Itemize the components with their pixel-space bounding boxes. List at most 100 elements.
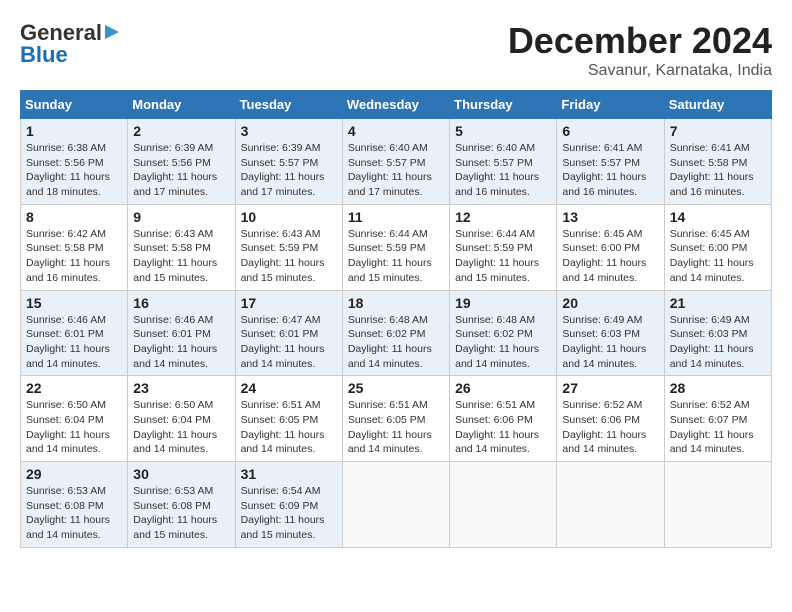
calendar-day-cell: 21 Sunrise: 6:49 AMSunset: 6:03 PMDaylig… bbox=[664, 290, 771, 376]
day-info: Sunrise: 6:44 AMSunset: 5:59 PMDaylight:… bbox=[348, 228, 432, 284]
day-info: Sunrise: 6:43 AMSunset: 5:58 PMDaylight:… bbox=[133, 228, 217, 284]
day-info: Sunrise: 6:48 AMSunset: 6:02 PMDaylight:… bbox=[348, 314, 432, 370]
calendar-day-cell bbox=[342, 462, 449, 548]
calendar-day-cell: 17 Sunrise: 6:47 AMSunset: 6:01 PMDaylig… bbox=[235, 290, 342, 376]
day-number: 24 bbox=[241, 380, 337, 396]
day-info: Sunrise: 6:53 AMSunset: 6:08 PMDaylight:… bbox=[133, 485, 217, 541]
day-number: 14 bbox=[670, 209, 766, 225]
day-number: 31 bbox=[241, 466, 337, 482]
day-info: Sunrise: 6:48 AMSunset: 6:02 PMDaylight:… bbox=[455, 314, 539, 370]
day-info: Sunrise: 6:39 AMSunset: 5:56 PMDaylight:… bbox=[133, 142, 217, 198]
day-number: 28 bbox=[670, 380, 766, 396]
calendar-day-cell: 30 Sunrise: 6:53 AMSunset: 6:08 PMDaylig… bbox=[128, 462, 235, 548]
calendar-table: SundayMondayTuesdayWednesdayThursdayFrid… bbox=[20, 90, 772, 548]
calendar-day-cell: 9 Sunrise: 6:43 AMSunset: 5:58 PMDayligh… bbox=[128, 204, 235, 290]
calendar-day-cell: 23 Sunrise: 6:50 AMSunset: 6:04 PMDaylig… bbox=[128, 376, 235, 462]
day-info: Sunrise: 6:44 AMSunset: 5:59 PMDaylight:… bbox=[455, 228, 539, 284]
day-of-week-header: Saturday bbox=[664, 91, 771, 119]
calendar-day-cell: 14 Sunrise: 6:45 AMSunset: 6:00 PMDaylig… bbox=[664, 204, 771, 290]
day-info: Sunrise: 6:46 AMSunset: 6:01 PMDaylight:… bbox=[133, 314, 217, 370]
calendar-day-cell: 18 Sunrise: 6:48 AMSunset: 6:02 PMDaylig… bbox=[342, 290, 449, 376]
day-number: 18 bbox=[348, 295, 444, 311]
day-info: Sunrise: 6:51 AMSunset: 6:05 PMDaylight:… bbox=[348, 399, 432, 455]
month-title: December 2024 bbox=[508, 20, 772, 62]
day-number: 6 bbox=[562, 123, 658, 139]
day-number: 10 bbox=[241, 209, 337, 225]
day-number: 20 bbox=[562, 295, 658, 311]
calendar-day-cell: 11 Sunrise: 6:44 AMSunset: 5:59 PMDaylig… bbox=[342, 204, 449, 290]
day-number: 29 bbox=[26, 466, 122, 482]
day-number: 22 bbox=[26, 380, 122, 396]
day-number: 3 bbox=[241, 123, 337, 139]
calendar-week-row: 1 Sunrise: 6:38 AMSunset: 5:56 PMDayligh… bbox=[21, 119, 772, 205]
day-number: 17 bbox=[241, 295, 337, 311]
calendar-day-cell: 1 Sunrise: 6:38 AMSunset: 5:56 PMDayligh… bbox=[21, 119, 128, 205]
day-number: 26 bbox=[455, 380, 551, 396]
calendar-day-cell: 10 Sunrise: 6:43 AMSunset: 5:59 PMDaylig… bbox=[235, 204, 342, 290]
day-info: Sunrise: 6:51 AMSunset: 6:06 PMDaylight:… bbox=[455, 399, 539, 455]
calendar-day-cell: 27 Sunrise: 6:52 AMSunset: 6:06 PMDaylig… bbox=[557, 376, 664, 462]
calendar-day-cell: 2 Sunrise: 6:39 AMSunset: 5:56 PMDayligh… bbox=[128, 119, 235, 205]
calendar-day-cell: 26 Sunrise: 6:51 AMSunset: 6:06 PMDaylig… bbox=[450, 376, 557, 462]
calendar-week-row: 8 Sunrise: 6:42 AMSunset: 5:58 PMDayligh… bbox=[21, 204, 772, 290]
calendar-week-row: 29 Sunrise: 6:53 AMSunset: 6:08 PMDaylig… bbox=[21, 462, 772, 548]
day-of-week-header: Monday bbox=[128, 91, 235, 119]
day-number: 16 bbox=[133, 295, 229, 311]
calendar-day-cell: 12 Sunrise: 6:44 AMSunset: 5:59 PMDaylig… bbox=[450, 204, 557, 290]
day-info: Sunrise: 6:54 AMSunset: 6:09 PMDaylight:… bbox=[241, 485, 325, 541]
calendar-day-cell: 5 Sunrise: 6:40 AMSunset: 5:57 PMDayligh… bbox=[450, 119, 557, 205]
day-number: 12 bbox=[455, 209, 551, 225]
calendar-day-cell: 8 Sunrise: 6:42 AMSunset: 5:58 PMDayligh… bbox=[21, 204, 128, 290]
logo: General Blue bbox=[20, 20, 121, 68]
day-info: Sunrise: 6:49 AMSunset: 6:03 PMDaylight:… bbox=[562, 314, 646, 370]
calendar-day-cell bbox=[450, 462, 557, 548]
day-info: Sunrise: 6:50 AMSunset: 6:04 PMDaylight:… bbox=[133, 399, 217, 455]
day-info: Sunrise: 6:52 AMSunset: 6:06 PMDaylight:… bbox=[562, 399, 646, 455]
day-number: 1 bbox=[26, 123, 122, 139]
title-area: December 2024 Savanur, Karnataka, India bbox=[508, 20, 772, 80]
day-number: 21 bbox=[670, 295, 766, 311]
day-info: Sunrise: 6:51 AMSunset: 6:05 PMDaylight:… bbox=[241, 399, 325, 455]
day-info: Sunrise: 6:50 AMSunset: 6:04 PMDaylight:… bbox=[26, 399, 110, 455]
calendar-day-cell bbox=[664, 462, 771, 548]
logo-blue: Blue bbox=[20, 42, 68, 68]
location: Savanur, Karnataka, India bbox=[508, 62, 772, 80]
day-number: 11 bbox=[348, 209, 444, 225]
day-number: 23 bbox=[133, 380, 229, 396]
day-info: Sunrise: 6:45 AMSunset: 6:00 PMDaylight:… bbox=[562, 228, 646, 284]
calendar-day-cell: 3 Sunrise: 6:39 AMSunset: 5:57 PMDayligh… bbox=[235, 119, 342, 205]
day-of-week-header: Tuesday bbox=[235, 91, 342, 119]
calendar-day-cell: 28 Sunrise: 6:52 AMSunset: 6:07 PMDaylig… bbox=[664, 376, 771, 462]
calendar-week-row: 22 Sunrise: 6:50 AMSunset: 6:04 PMDaylig… bbox=[21, 376, 772, 462]
day-info: Sunrise: 6:45 AMSunset: 6:00 PMDaylight:… bbox=[670, 228, 754, 284]
calendar-week-row: 15 Sunrise: 6:46 AMSunset: 6:01 PMDaylig… bbox=[21, 290, 772, 376]
day-info: Sunrise: 6:41 AMSunset: 5:57 PMDaylight:… bbox=[562, 142, 646, 198]
day-info: Sunrise: 6:49 AMSunset: 6:03 PMDaylight:… bbox=[670, 314, 754, 370]
day-of-week-header: Thursday bbox=[450, 91, 557, 119]
logo-arrow-icon bbox=[103, 23, 121, 41]
day-number: 8 bbox=[26, 209, 122, 225]
calendar-day-cell: 19 Sunrise: 6:48 AMSunset: 6:02 PMDaylig… bbox=[450, 290, 557, 376]
day-of-week-header: Friday bbox=[557, 91, 664, 119]
calendar-day-cell bbox=[557, 462, 664, 548]
day-of-week-header: Sunday bbox=[21, 91, 128, 119]
calendar-day-cell: 29 Sunrise: 6:53 AMSunset: 6:08 PMDaylig… bbox=[21, 462, 128, 548]
day-info: Sunrise: 6:41 AMSunset: 5:58 PMDaylight:… bbox=[670, 142, 754, 198]
day-number: 27 bbox=[562, 380, 658, 396]
day-info: Sunrise: 6:39 AMSunset: 5:57 PMDaylight:… bbox=[241, 142, 325, 198]
calendar-day-cell: 20 Sunrise: 6:49 AMSunset: 6:03 PMDaylig… bbox=[557, 290, 664, 376]
day-number: 13 bbox=[562, 209, 658, 225]
day-number: 30 bbox=[133, 466, 229, 482]
day-info: Sunrise: 6:38 AMSunset: 5:56 PMDaylight:… bbox=[26, 142, 110, 198]
day-number: 2 bbox=[133, 123, 229, 139]
day-number: 4 bbox=[348, 123, 444, 139]
day-number: 7 bbox=[670, 123, 766, 139]
calendar-day-cell: 16 Sunrise: 6:46 AMSunset: 6:01 PMDaylig… bbox=[128, 290, 235, 376]
day-number: 15 bbox=[26, 295, 122, 311]
page-header: General Blue December 2024 Savanur, Karn… bbox=[20, 20, 772, 80]
day-info: Sunrise: 6:42 AMSunset: 5:58 PMDaylight:… bbox=[26, 228, 110, 284]
day-info: Sunrise: 6:52 AMSunset: 6:07 PMDaylight:… bbox=[670, 399, 754, 455]
day-number: 19 bbox=[455, 295, 551, 311]
day-number: 25 bbox=[348, 380, 444, 396]
day-info: Sunrise: 6:46 AMSunset: 6:01 PMDaylight:… bbox=[26, 314, 110, 370]
